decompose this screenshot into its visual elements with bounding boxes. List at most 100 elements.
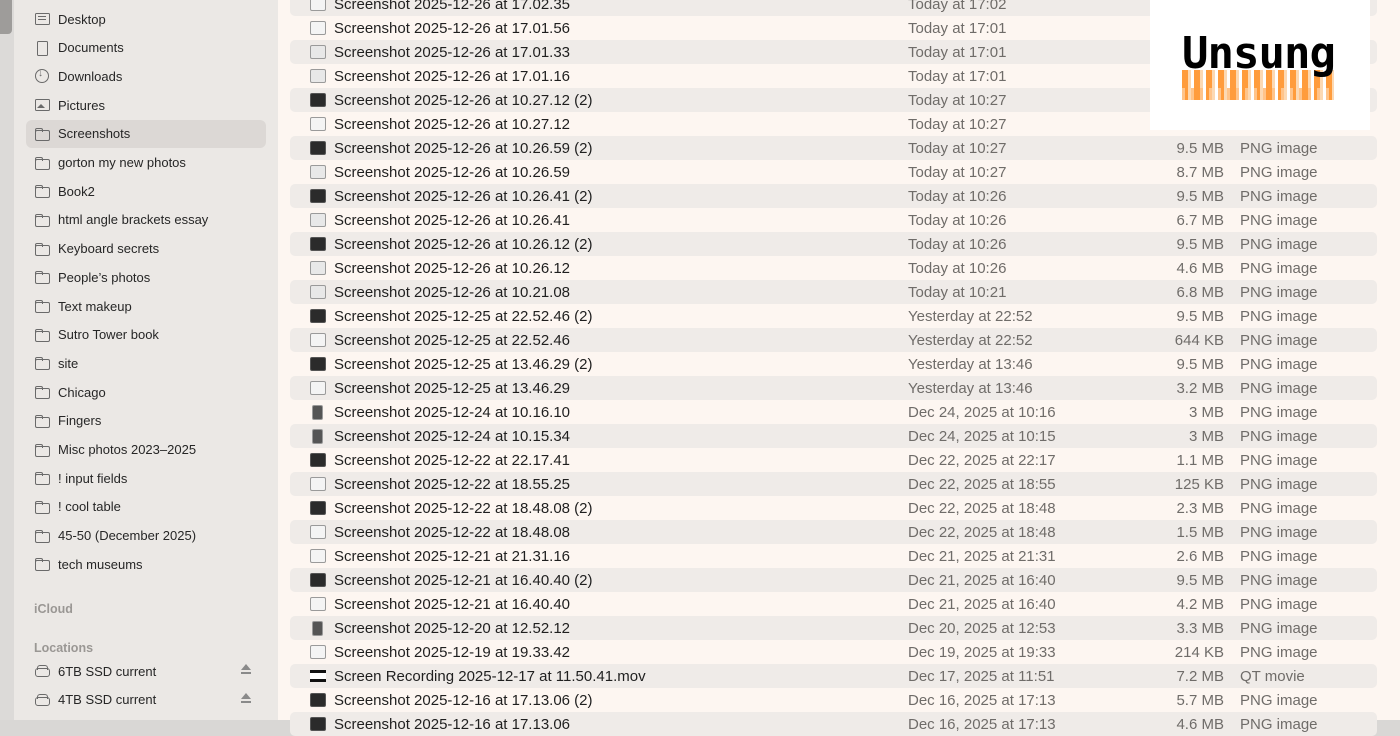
file-name: Screenshot 2025-12-22 at 18.55.25: [334, 475, 571, 493]
image-thumbnail-icon: [310, 117, 326, 131]
file-row[interactable]: Screenshot 2025-12-24 at 10.15.34 Dec 24,…: [290, 424, 1377, 448]
sidebar-item-text-makeup[interactable]: Text makeup: [26, 292, 266, 320]
file-row[interactable]: Screenshot 2025-12-21 at 16.40.40 (2) Dec…: [290, 568, 1377, 592]
sidebar-item-45-50-december-2025[interactable]: 45-50 (December 2025): [26, 522, 266, 550]
sidebar-item-site[interactable]: site: [26, 349, 266, 377]
icloud-section-header: iCloud: [34, 602, 73, 616]
preview-overlay: Unsung: [1150, 0, 1370, 130]
sidebar-item-people-s-photos[interactable]: People’s photos: [26, 263, 266, 291]
file-kind: PNG image: [1240, 715, 1318, 733]
sidebar-item-label: People’s photos: [58, 269, 151, 285]
file-row[interactable]: Screenshot 2025-12-25 at 13.46.29 (2) Yes…: [290, 352, 1377, 376]
file-name: Screenshot 2025-12-26 at 10.26.12: [334, 259, 571, 277]
sidebar-location-0[interactable]: 6TB SSD current: [26, 657, 266, 685]
image-thumbnail-icon: [310, 525, 326, 539]
sidebar-item-label: ! cool table: [58, 499, 121, 515]
sidebar-item-screenshots[interactable]: Screenshots: [26, 119, 266, 148]
file-row[interactable]: Screenshot 2025-12-21 at 16.40.40 Dec 21,…: [290, 592, 1377, 616]
file-date: Today at 10:26: [908, 259, 1007, 277]
sidebar-item-downloads[interactable]: Downloads: [26, 62, 266, 90]
file-size: 2.6 MB: [1176, 547, 1224, 565]
file-name: Screenshot 2025-12-26 at 10.26.41: [334, 211, 571, 229]
image-thumbnail-icon: [310, 549, 326, 563]
file-size: 214 KB: [1174, 643, 1224, 661]
file-row[interactable]: Screenshot 2025-12-22 at 18.48.08 (2) Dec…: [290, 496, 1377, 520]
file-date: Dec 22, 2025 at 18:55: [908, 475, 1056, 493]
file-date: Dec 21, 2025 at 21:31: [908, 547, 1056, 565]
image-thumbnail-icon: [310, 141, 326, 155]
sidebar-item-book2[interactable]: Book2: [26, 177, 266, 205]
file-size: 3 MB: [1188, 427, 1224, 445]
file-size: 644 KB: [1174, 331, 1224, 349]
folder-icon: [34, 556, 50, 572]
sidebar-item-input-fields[interactable]: ! input fields: [26, 464, 266, 492]
file-kind: QT movie: [1240, 667, 1305, 685]
file-name: Screenshot 2025-12-26 at 10.26.12 (2): [334, 235, 593, 253]
file-name: Screenshot 2025-12-25 at 22.52.46: [334, 331, 571, 349]
file-row[interactable]: Screenshot 2025-12-22 at 18.55.25 Dec 22,…: [290, 472, 1377, 496]
file-kind: PNG image: [1240, 499, 1318, 517]
file-row[interactable]: Screenshot 2025-12-25 at 22.52.46 Yesterd…: [290, 328, 1377, 352]
sidebar-item-label: tech museums: [58, 556, 143, 572]
sidebar-item-pictures[interactable]: Pictures: [26, 91, 266, 119]
sidebar-item-tech-museums[interactable]: tech museums: [26, 550, 266, 578]
file-name: Screen Recording 2025-12-17 at 11.50.41.…: [334, 667, 646, 685]
file-row[interactable]: Screenshot 2025-12-25 at 13.46.29 Yesterd…: [290, 376, 1377, 400]
file-row[interactable]: Screenshot 2025-12-26 at 10.26.12 Today a…: [290, 256, 1377, 280]
file-kind: PNG image: [1240, 283, 1318, 301]
file-kind: PNG image: [1240, 235, 1318, 253]
sidebar-item-chicago[interactable]: Chicago: [26, 378, 266, 406]
file-date: Today at 10:27: [908, 163, 1007, 181]
file-name: Screenshot 2025-12-21 at 16.40.40 (2): [334, 571, 593, 589]
file-row[interactable]: Screenshot 2025-12-16 at 17.13.06 (2) Dec…: [290, 688, 1377, 712]
eject-icon[interactable]: [240, 664, 252, 676]
file-row[interactable]: Screenshot 2025-12-25 at 22.52.46 (2) Yes…: [290, 304, 1377, 328]
image-thumbnail-icon: [310, 165, 326, 179]
file-row[interactable]: Screen Recording 2025-12-17 at 11.50.41.…: [290, 664, 1377, 688]
sidebar-item-gorton-my-new-photos[interactable]: gorton my new photos: [26, 149, 266, 177]
sidebar-item-desktop[interactable]: Desktop: [26, 5, 266, 33]
sidebar-item-misc-photos-2023-2025[interactable]: Misc photos 2023–2025: [26, 436, 266, 464]
file-row[interactable]: Screenshot 2025-12-26 at 10.26.59 (2) Tod…: [290, 136, 1377, 160]
file-size: 2.3 MB: [1176, 499, 1224, 517]
image-thumbnail-icon: [310, 381, 326, 395]
sidebar-item-fingers[interactable]: Fingers: [26, 407, 266, 435]
file-date: Dec 21, 2025 at 16:40: [908, 571, 1056, 589]
file-size: 9.5 MB: [1176, 235, 1224, 253]
file-row[interactable]: Screenshot 2025-12-26 at 10.21.08 Today a…: [290, 280, 1377, 304]
sidebar-item-label: Desktop: [58, 11, 106, 27]
sidebar-item-keyboard-secrets[interactable]: Keyboard secrets: [26, 235, 266, 263]
file-row[interactable]: Screenshot 2025-12-24 at 10.16.10 Dec 24,…: [290, 400, 1377, 424]
folder-icon: [34, 528, 50, 544]
file-kind: PNG image: [1240, 475, 1318, 493]
file-date: Today at 17:01: [908, 19, 1007, 37]
file-date: Today at 10:27: [908, 139, 1007, 157]
sidebar-item-html-angle-brackets-essay[interactable]: html angle brackets essay: [26, 206, 266, 234]
file-row[interactable]: Screenshot 2025-12-19 at 19.33.42 Dec 19,…: [290, 640, 1377, 664]
file-row[interactable]: Screenshot 2025-12-26 at 10.26.12 (2) Tod…: [290, 232, 1377, 256]
sidebar-item-cool-table[interactable]: ! cool table: [26, 493, 266, 521]
file-kind: PNG image: [1240, 211, 1318, 229]
file-row[interactable]: Screenshot 2025-12-16 at 17.13.06 Dec 16,…: [290, 712, 1377, 736]
sidebar-item-documents[interactable]: Documents: [26, 34, 266, 62]
file-date: Dec 22, 2025 at 22:17: [908, 451, 1056, 469]
file-row[interactable]: Screenshot 2025-12-22 at 22.17.41 Dec 22,…: [290, 448, 1377, 472]
file-name: Screenshot 2025-12-26 at 17.02.35: [334, 0, 571, 13]
sidebar-location-1[interactable]: 4TB SSD current: [26, 686, 266, 714]
file-name: Screenshot 2025-12-24 at 10.15.34: [334, 427, 571, 445]
file-date: Today at 17:01: [908, 43, 1007, 61]
file-name: Screenshot 2025-12-26 at 17.01.33: [334, 43, 571, 61]
sidebar-item-label: html angle brackets essay: [58, 212, 209, 228]
file-size: 1.5 MB: [1176, 523, 1224, 541]
file-row[interactable]: Screenshot 2025-12-20 at 12.52.12 Dec 20,…: [290, 616, 1377, 640]
eject-icon[interactable]: [240, 692, 252, 705]
image-thumbnail-icon: [310, 189, 326, 203]
file-row[interactable]: Screenshot 2025-12-22 at 18.48.08 Dec 22,…: [290, 520, 1377, 544]
desktop-icon: [34, 11, 50, 27]
file-row[interactable]: Screenshot 2025-12-21 at 21.31.16 Dec 21,…: [290, 544, 1377, 568]
sidebar-item-sutro-tower-book[interactable]: Sutro Tower book: [26, 321, 266, 349]
file-row[interactable]: Screenshot 2025-12-26 at 10.26.41 (2) Tod…: [290, 184, 1377, 208]
file-name: Screenshot 2025-12-26 at 10.26.59: [334, 163, 571, 181]
file-row[interactable]: Screenshot 2025-12-26 at 10.26.59 Today a…: [290, 160, 1377, 184]
file-row[interactable]: Screenshot 2025-12-26 at 10.26.41 Today a…: [290, 208, 1377, 232]
